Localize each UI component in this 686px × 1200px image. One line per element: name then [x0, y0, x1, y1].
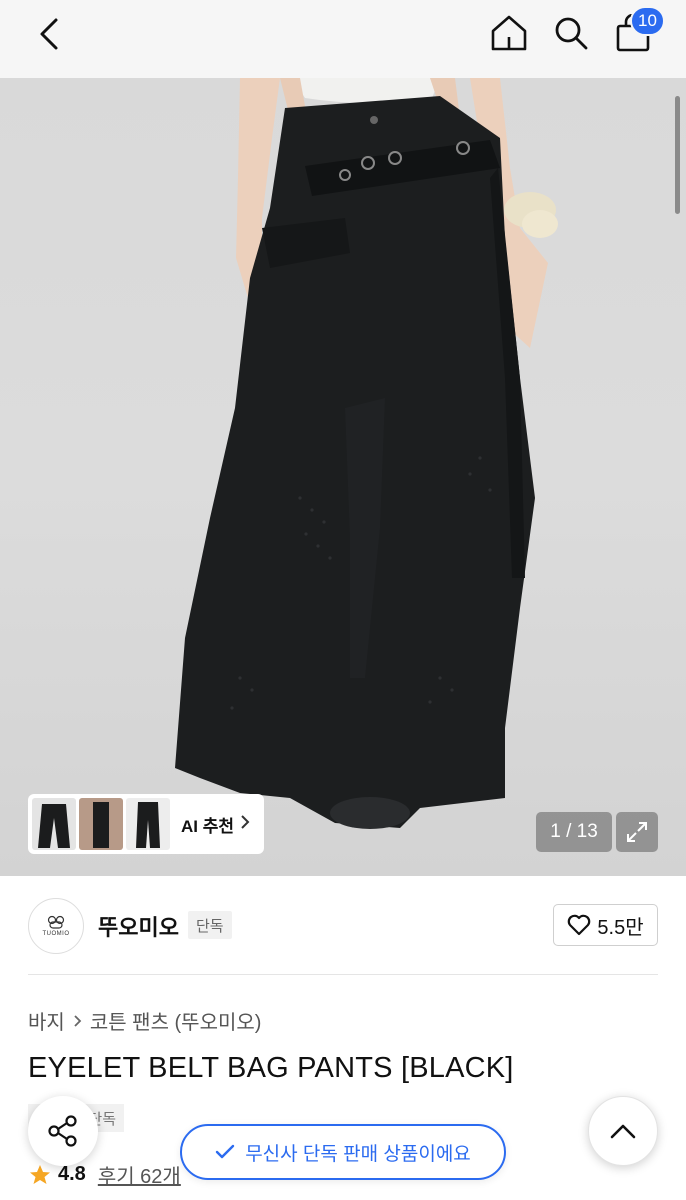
breadcrumb-subcategory[interactable]: 코튼 팬츠 (뚜오미오)	[90, 1006, 262, 1035]
rating-summary[interactable]: 4.8 후기 62개	[28, 1160, 181, 1189]
exclusive-notice-pill: 무신사 단독 판매 상품이에요	[180, 1124, 506, 1180]
cart-count-badge: 10	[630, 6, 665, 36]
like-count: 5.5만	[597, 916, 644, 939]
recommend-thumbnail-image	[126, 798, 170, 850]
fullscreen-button[interactable]	[616, 812, 658, 852]
breadcrumb-category[interactable]: 바지	[28, 1006, 65, 1035]
product-photo	[175, 78, 558, 829]
like-button[interactable]: 5.5만	[553, 904, 658, 946]
recommend-thumbnail-image	[32, 798, 76, 850]
search-button[interactable]	[548, 10, 594, 56]
product-image-carousel[interactable]	[0, 78, 686, 876]
recommend-thumbnail[interactable]	[79, 798, 123, 850]
rating-score: 4.8	[58, 1163, 86, 1185]
share-button[interactable]	[28, 1096, 98, 1166]
home-icon	[491, 15, 527, 51]
page-scrollbar[interactable]	[675, 96, 680, 214]
exclusive-notice-text: 무신사 단독 판매 상품이에요	[245, 1143, 471, 1165]
exclusive-tag: 단독	[188, 911, 232, 939]
brand-logo-mark	[47, 915, 65, 929]
recommend-thumbnail[interactable]	[32, 798, 76, 850]
chevron-right-icon	[73, 1014, 82, 1028]
product-title: EYELET BELT BAG PANTS [BLACK]	[28, 1052, 514, 1084]
brand-name[interactable]: 뚜오미오	[98, 910, 179, 942]
recommend-thumbnail[interactable]	[126, 798, 170, 850]
chevron-right-icon	[240, 814, 250, 835]
section-divider	[28, 974, 658, 975]
check-icon	[215, 1144, 235, 1160]
chevron-left-icon	[40, 18, 58, 50]
chevron-up-icon	[610, 1124, 636, 1139]
brand-logo[interactable]: TUOMIO	[28, 898, 84, 954]
ai-recommend-label: AI 추천	[181, 816, 235, 836]
image-counter: 1 / 13	[536, 812, 612, 852]
expand-icon	[627, 822, 647, 842]
heart-icon	[568, 914, 591, 936]
share-icon	[48, 1115, 77, 1147]
brand-logo-text: TUOMIO	[42, 931, 70, 937]
star-icon	[30, 1164, 50, 1184]
ai-recommend-strip[interactable]: AI 추천	[28, 794, 264, 854]
home-button[interactable]	[486, 10, 532, 56]
search-icon	[555, 17, 588, 50]
breadcrumb: 바지 코튼 팬츠 (뚜오미오)	[28, 1006, 261, 1035]
review-count-link[interactable]: 후기 62개	[98, 1160, 181, 1189]
scroll-to-top-button[interactable]	[588, 1096, 658, 1166]
back-button[interactable]	[28, 12, 72, 56]
recommend-thumbnail-image	[79, 798, 123, 850]
top-navigation-bar: 10	[0, 0, 686, 78]
